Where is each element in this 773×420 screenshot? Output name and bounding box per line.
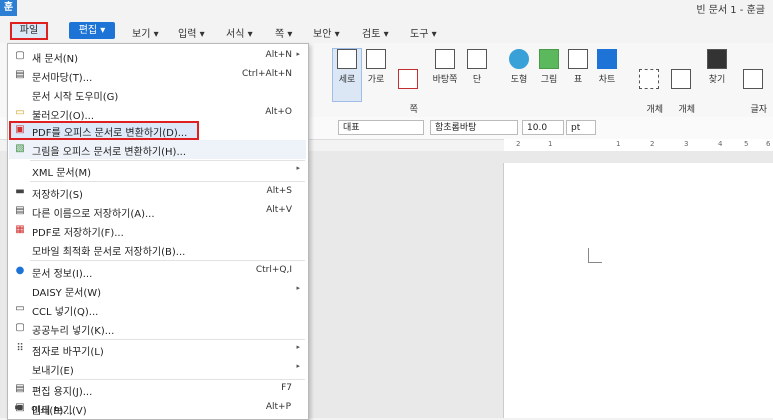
unit-select[interactable]: pt xyxy=(566,120,596,135)
menu-start-wizard[interactable]: 문서 시작 도우미(G) xyxy=(9,85,306,104)
menu-print[interactable]: ▬ 인쇄(P)... Alt+P xyxy=(8,399,305,418)
page-margin-icon xyxy=(398,69,418,89)
public-nuri-icon: ▢ xyxy=(15,322,25,333)
template-icon: ▤ xyxy=(15,69,25,80)
menu-security[interactable]: 보안 ▾ xyxy=(313,25,340,40)
lock-icon xyxy=(671,69,691,89)
picture-button[interactable]: 그림 xyxy=(535,49,563,85)
open-folder-icon: ▭ xyxy=(15,107,25,118)
master-page-icon xyxy=(435,49,455,69)
menu-new-document[interactable]: ▢ 새 문서(N) Alt+N ▸ xyxy=(9,47,306,66)
braille-icon: ⠿ xyxy=(16,343,24,354)
image-convert-icon: ▧ xyxy=(15,143,25,154)
submenu-arrow-icon: ▸ xyxy=(296,362,300,370)
menu-page-setup[interactable]: ▤ 편집 용지(J)... F7 xyxy=(9,380,306,399)
menu-daisy[interactable]: DAISY 문서(W) ▸ xyxy=(9,281,306,300)
table-button[interactable]: 표 xyxy=(565,49,591,85)
menu-view[interactable]: 보기 ▾ xyxy=(132,25,159,40)
menu-save-mobile[interactable]: 모바일 최적화 문서로 저장하기(B)... xyxy=(9,240,306,259)
binoculars-icon xyxy=(707,49,727,69)
menu-public-nuri[interactable]: ▢ 공공누리 넣기(K)... xyxy=(9,319,306,338)
font-select[interactable]: 함초롬바탕 xyxy=(430,120,518,135)
save-pdf-icon: ▦ xyxy=(15,224,25,235)
menu-braille[interactable]: ⠿ 점자로 바꾸기(L) ▸ xyxy=(9,340,306,359)
menu-tools[interactable]: 도구 ▾ xyxy=(410,25,437,40)
margin-mark xyxy=(588,262,602,263)
menu-separator xyxy=(30,260,305,261)
portrait-icon xyxy=(337,49,357,69)
landscape-button[interactable]: 가로 xyxy=(362,49,390,85)
pdf-convert-icon: ▣ xyxy=(15,124,25,135)
menu-page[interactable]: 쪽 ▾ xyxy=(275,25,292,40)
portrait-button[interactable]: 세로 xyxy=(332,48,362,102)
doc-info-icon: ● xyxy=(15,265,25,276)
landscape-icon xyxy=(366,49,386,69)
window-title: 빈 문서 1 - 훈글 xyxy=(696,5,765,16)
menu-templates[interactable]: ▤ 문서마당(T)... Ctrl+Alt+N xyxy=(9,66,306,85)
margin-mark-vertical xyxy=(588,248,589,262)
columns-button[interactable]: 단 xyxy=(464,49,490,85)
columns-icon xyxy=(467,49,487,69)
menu-send[interactable]: 보내기(E) ▸ xyxy=(9,359,306,378)
menu-save[interactable]: ▬ 저장하기(S) Alt+S xyxy=(9,183,306,202)
menu-save-as[interactable]: ▤ 다른 이름으로 저장하기(A)... Alt+V xyxy=(9,202,306,221)
menu-bar: 파일 편집 ▾ 보기 ▾ 입력 ▾ 서식 ▾ 쪽 ▾ 보안 ▾ 검토 ▾ 도구 … xyxy=(0,17,773,43)
save-icon: ▬ xyxy=(15,186,25,197)
menu-ccl[interactable]: ▭ CCL 넣기(Q)... xyxy=(9,300,306,319)
chart-icon xyxy=(597,49,617,69)
page-setup-icon: ▤ xyxy=(15,383,25,394)
app-logo: 훈 xyxy=(0,0,17,16)
document-page[interactable] xyxy=(503,163,773,418)
chart-button[interactable]: 차트 xyxy=(593,49,621,85)
menu-file[interactable]: 파일 xyxy=(10,22,48,40)
menu-edit[interactable]: 편집 ▾ xyxy=(69,22,115,39)
menu-format[interactable]: 서식 ▾ xyxy=(226,25,253,40)
menu-pdf-to-office[interactable]: ▣ PDF를 오피스 문서로 변환하기(D)... xyxy=(9,121,199,140)
file-menu-dropdown: ▢ 새 문서(N) Alt+N ▸ ▤ 문서마당(T)... Ctrl+Alt+… xyxy=(7,43,309,420)
object-select-icon xyxy=(639,69,659,89)
picture-icon xyxy=(539,49,559,69)
shape-button[interactable]: 도형 xyxy=(505,49,533,85)
print-icon: ▬ xyxy=(14,402,24,413)
save-as-icon: ▤ xyxy=(15,205,25,216)
shape-icon xyxy=(509,49,529,69)
replace-icon xyxy=(743,69,763,89)
table-icon xyxy=(568,49,588,69)
menu-insert[interactable]: 입력 ▾ xyxy=(178,25,205,40)
menu-doc-info[interactable]: ● 문서 정보(I)... Ctrl+Q,I xyxy=(9,262,306,281)
title-bar: 훈 빈 문서 1 - 훈글 xyxy=(0,0,773,17)
ccl-icon: ▭ xyxy=(15,303,25,314)
style-select[interactable]: 대표 xyxy=(338,120,424,135)
submenu-arrow-icon: ▸ xyxy=(296,164,300,172)
new-doc-icon: ▢ xyxy=(15,50,25,61)
menu-image-to-office[interactable]: ▧ 그림을 오피스 문서로 변환하기(H)... xyxy=(9,140,306,159)
submenu-arrow-icon: ▸ xyxy=(296,50,300,58)
menu-save-pdf[interactable]: ▦ PDF로 저장하기(F)... xyxy=(9,221,306,240)
menu-separator xyxy=(30,181,305,182)
submenu-arrow-icon: ▸ xyxy=(296,284,300,292)
find-button[interactable]: 찾기 xyxy=(704,49,730,85)
menu-review[interactable]: 검토 ▾ xyxy=(362,25,389,40)
master-page-button[interactable]: 바탕쪽 xyxy=(428,49,462,85)
menu-xml-document[interactable]: XML 문서(M) ▸ xyxy=(9,161,306,180)
font-size-input[interactable]: 10.0 xyxy=(522,120,564,135)
submenu-arrow-icon: ▸ xyxy=(296,343,300,351)
